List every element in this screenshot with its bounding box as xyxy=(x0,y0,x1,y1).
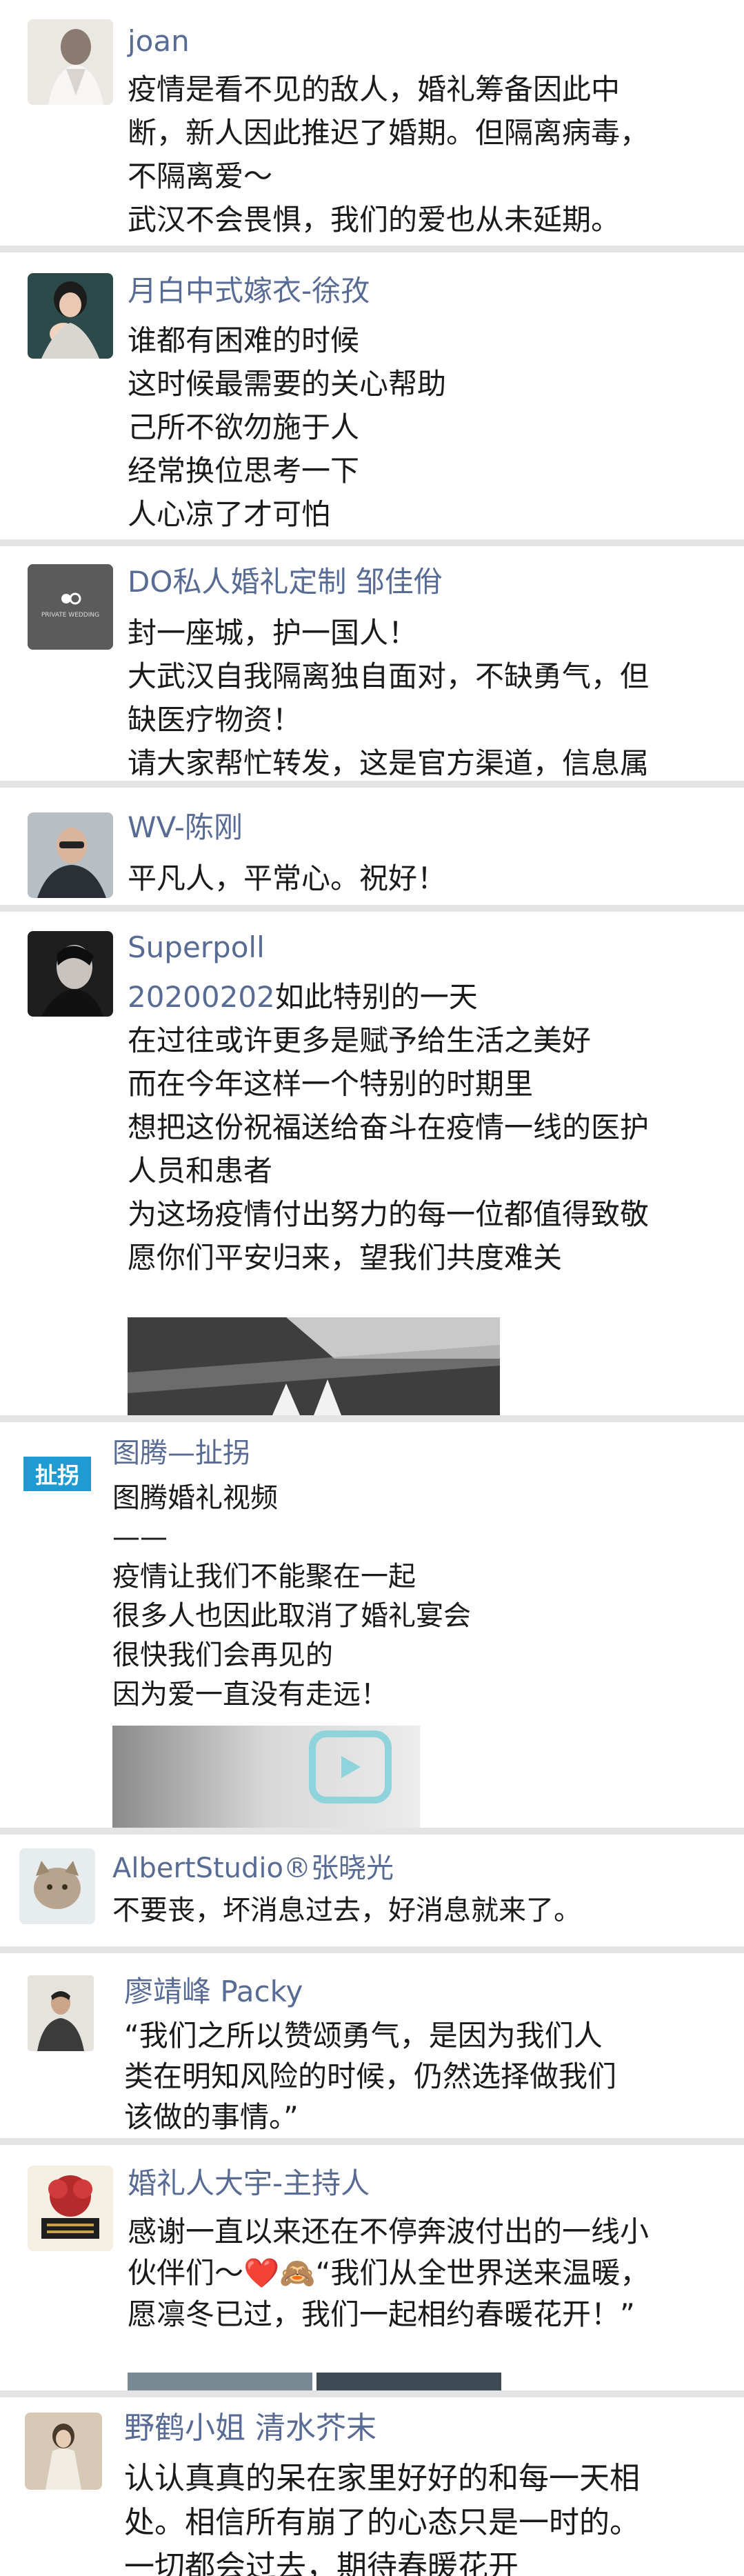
text-line: 在过往或许更多是赋予给生活之美好 xyxy=(128,1024,592,1057)
avatar[interactable] xyxy=(28,19,113,105)
text-line: 认认真真的呆在家里好好的和每一天相 xyxy=(124,2461,640,2496)
text-line: 为这场疫情付出努力的每一位都值得致敬 xyxy=(128,1197,650,1231)
author-name[interactable]: joan xyxy=(128,22,190,61)
text-line: 处。相信所有崩了的心态只是一时的。 xyxy=(124,2505,640,2540)
text-line: 这时候最需要的关心帮助 xyxy=(128,367,447,401)
author-name[interactable]: 图腾—扯拐 xyxy=(112,1435,250,1472)
post-text: “我们之所以赞颂勇气，是因为我们人 类在明知风险的时候，仍然选择做我们 该做的事… xyxy=(124,2015,616,2137)
text-line: 不隔离爱～ xyxy=(128,159,273,193)
avatar-logo: 扯拐 xyxy=(19,1436,95,1512)
post-card: 廖靖峰 Packy “我们之所以赞颂勇气，是因为我们人 类在明知风险的时候，仍然… xyxy=(0,1953,744,2138)
text-line: 平凡人，平常心。祝好！ xyxy=(128,861,447,895)
text-line: 疫情是看不见的敌人，婚礼筹备因此中 xyxy=(128,72,621,106)
avatar-image xyxy=(19,1848,95,1924)
avatar-image xyxy=(28,19,113,105)
post-image-content xyxy=(128,1317,500,1415)
text-line: 谁都有困难的时候 xyxy=(128,323,360,357)
post-text: 谁都有困难的时候 这时候最需要的关心帮助 己所不欲勿施于人 经常换位思考一下 人… xyxy=(128,319,446,536)
text-line: 人心凉了才可怕 xyxy=(128,497,331,531)
post-card: AlbertStudio®张晓光 不要丧，坏消息过去，好消息就来了。 xyxy=(0,1835,744,1946)
text-line: 一切都会过去，期待春暖花开 xyxy=(124,2549,519,2576)
post-card: 野鹤小姐 清水芥末 认认真真的呆在家里好好的和每一天相 处。相信所有崩了的心态只… xyxy=(0,2397,744,2576)
avatar-image xyxy=(28,1975,94,2051)
text-line: 不要丧，坏消息过去，好消息就来了。 xyxy=(112,1895,581,1926)
text-line: 想把这份祝福送给奋斗在疫情一线的医护 xyxy=(128,1110,650,1144)
author-name[interactable]: 野鹤小姐 清水芥末 xyxy=(124,2408,376,2448)
post-card: joan 疫情是看不见的敌人，婚礼筹备因此中 断，新人因此推迟了婚期。但隔离病毒… xyxy=(0,0,744,246)
avatar[interactable]: PRIVATE WEDDING xyxy=(28,564,113,650)
post-card: Superpoll 20200202如此特别的一天 在过往或许更多是赋予给生活之… xyxy=(0,912,744,1415)
avatar-image xyxy=(25,2413,102,2490)
text-line: 己所不欲勿施于人 xyxy=(128,410,360,444)
text-line: 经常换位思考一下 xyxy=(128,454,360,488)
avatar-image xyxy=(28,931,113,1017)
avatar-logo-text: 扯拐 xyxy=(35,1462,79,1488)
post-text: 感谢一直以来还在不停奔波付出的一线小 伙伴们～❤️🙈“我们从全世界送来温暖， 愿… xyxy=(128,2211,649,2335)
text-line: 愿你们平安归来，望我们共度难关 xyxy=(128,1241,563,1275)
post-text: 图腾婚礼视频 —— 疫情让我们不能聚在一起 很多人也因此取消了婚礼宴会 很快我们… xyxy=(112,1479,471,1715)
post-image[interactable] xyxy=(128,2373,312,2390)
avatar[interactable] xyxy=(28,1975,94,2051)
author-name[interactable]: AlbertStudio®张晓光 xyxy=(112,1850,394,1887)
post-text: 疫情是看不见的敌人，婚礼筹备因此中 断，新人因此推迟了婚期。但隔离病毒， 不隔离… xyxy=(128,68,649,241)
post-card: 扯拐 图腾—扯拐 图腾婚礼视频 —— 疫情让我们不能聚在一起 很多人也因此取消了… xyxy=(0,1422,744,1828)
post-image[interactable] xyxy=(316,2373,501,2390)
avatar-image xyxy=(28,812,113,898)
text-line: 人员和患者 xyxy=(128,1154,273,1188)
post-text: 封一座城，护一国人！ 大武汉自我隔离独自面对，不缺勇气，但 缺医疗物资！ 请大家… xyxy=(128,611,649,781)
author-name[interactable]: DO私人婚礼定制 邹佳佾 xyxy=(128,563,443,601)
author-name[interactable]: 廖靖峰 Packy xyxy=(124,1973,303,2011)
text-line: —— xyxy=(112,1521,168,1553)
post-card: 婚礼人大宇-主持人 感谢一直以来还在不停奔波付出的一线小 伙伴们～❤️🙈“我们从… xyxy=(0,2145,744,2390)
text-line: 断，新人因此推迟了婚期。但隔离病毒， xyxy=(128,116,650,150)
post-text: 不要丧，坏消息过去，好消息就来了。 xyxy=(112,1891,581,1930)
post-text: 20200202如此特别的一天 在过往或许更多是赋予给生活之美好 而在今年这样一… xyxy=(128,975,649,1279)
text-line: “我们之所以赞颂勇气，是因为我们人 xyxy=(124,2019,603,2053)
text-line: 图腾婚礼视频 xyxy=(112,1482,278,1514)
text-line: 类在明知风险的时候，仍然选择做我们 xyxy=(124,2059,617,2093)
text-line: 缺医疗物资！ xyxy=(128,703,302,737)
text-line: 20200202如此特别的一天 xyxy=(128,980,478,1014)
text-line: 疫情让我们不能聚在一起 xyxy=(112,1561,416,1592)
text-line: 武汉不会畏惧，我们的爱也从未延期。 xyxy=(128,203,621,237)
text-line: 感谢一直以来还在不停奔波付出的一线小 xyxy=(128,2215,650,2248)
post-text: 平凡人，平常心。祝好！ xyxy=(128,857,446,900)
text-line: 大武汉自我隔离独自面对，不缺勇气，但 xyxy=(128,659,650,693)
text-line: 请大家帮忙转发，这是官方渠道，信息属 xyxy=(128,746,650,780)
avatar[interactable] xyxy=(19,1848,95,1924)
avatar[interactable]: 扯拐 xyxy=(19,1436,95,1512)
text-line: 伙伴们～❤️🙈“我们从全世界送来温暖， xyxy=(128,2256,650,2290)
author-name[interactable]: 婚礼人大宇-主持人 xyxy=(128,2164,370,2203)
author-name[interactable]: WV-陈刚 xyxy=(128,808,243,847)
avatar[interactable] xyxy=(28,273,113,359)
video-thumbnail-content xyxy=(112,1726,420,1828)
post-card: PRIVATE WEDDING DO私人婚礼定制 邹佳佾 封一座城，护一国人！ … xyxy=(0,546,744,781)
text-line: 很多人也因此取消了婚礼宴会 xyxy=(112,1600,471,1632)
video-thumbnail[interactable] xyxy=(112,1726,420,1828)
avatar[interactable] xyxy=(28,812,113,898)
post-image[interactable] xyxy=(128,1317,500,1415)
post-card: WV-陈刚 平凡人，平常心。祝好！ xyxy=(0,788,744,905)
date-tag[interactable]: 20200202 xyxy=(128,980,275,1014)
avatar[interactable] xyxy=(25,2413,102,2490)
avatar[interactable] xyxy=(28,2166,113,2251)
text-line: 而在今年这样一个特别的时期里 xyxy=(128,1067,534,1101)
text-line: 愿凛冬已过，我们一起相约春暖花开！” xyxy=(128,2297,635,2331)
text-line: 封一座城，护一国人！ xyxy=(128,616,418,650)
author-name[interactable]: 月白中式嫁衣-徐孜 xyxy=(128,272,370,310)
post-text: 认认真真的呆在家里好好的和每一天相 处。相信所有崩了的心态只是一时的。 一切都会… xyxy=(124,2457,640,2576)
avatar-image xyxy=(28,273,113,359)
author-name[interactable]: Superpoll xyxy=(128,928,265,967)
text-line: 该做的事情。” xyxy=(124,2100,299,2134)
avatar-logo-text: PRIVATE WEDDING xyxy=(41,612,99,619)
avatar-image xyxy=(28,2166,113,2251)
avatar[interactable] xyxy=(28,931,113,1017)
avatar-logo: PRIVATE WEDDING xyxy=(28,564,113,650)
text-line: 很快我们会再见的 xyxy=(112,1639,333,1671)
post-card: 月白中式嫁衣-徐孜 谁都有困难的时候 这时候最需要的关心帮助 己所不欲勿施于人 … xyxy=(0,252,744,539)
text-line: 因为爱一直没有走远！ xyxy=(112,1679,388,1710)
